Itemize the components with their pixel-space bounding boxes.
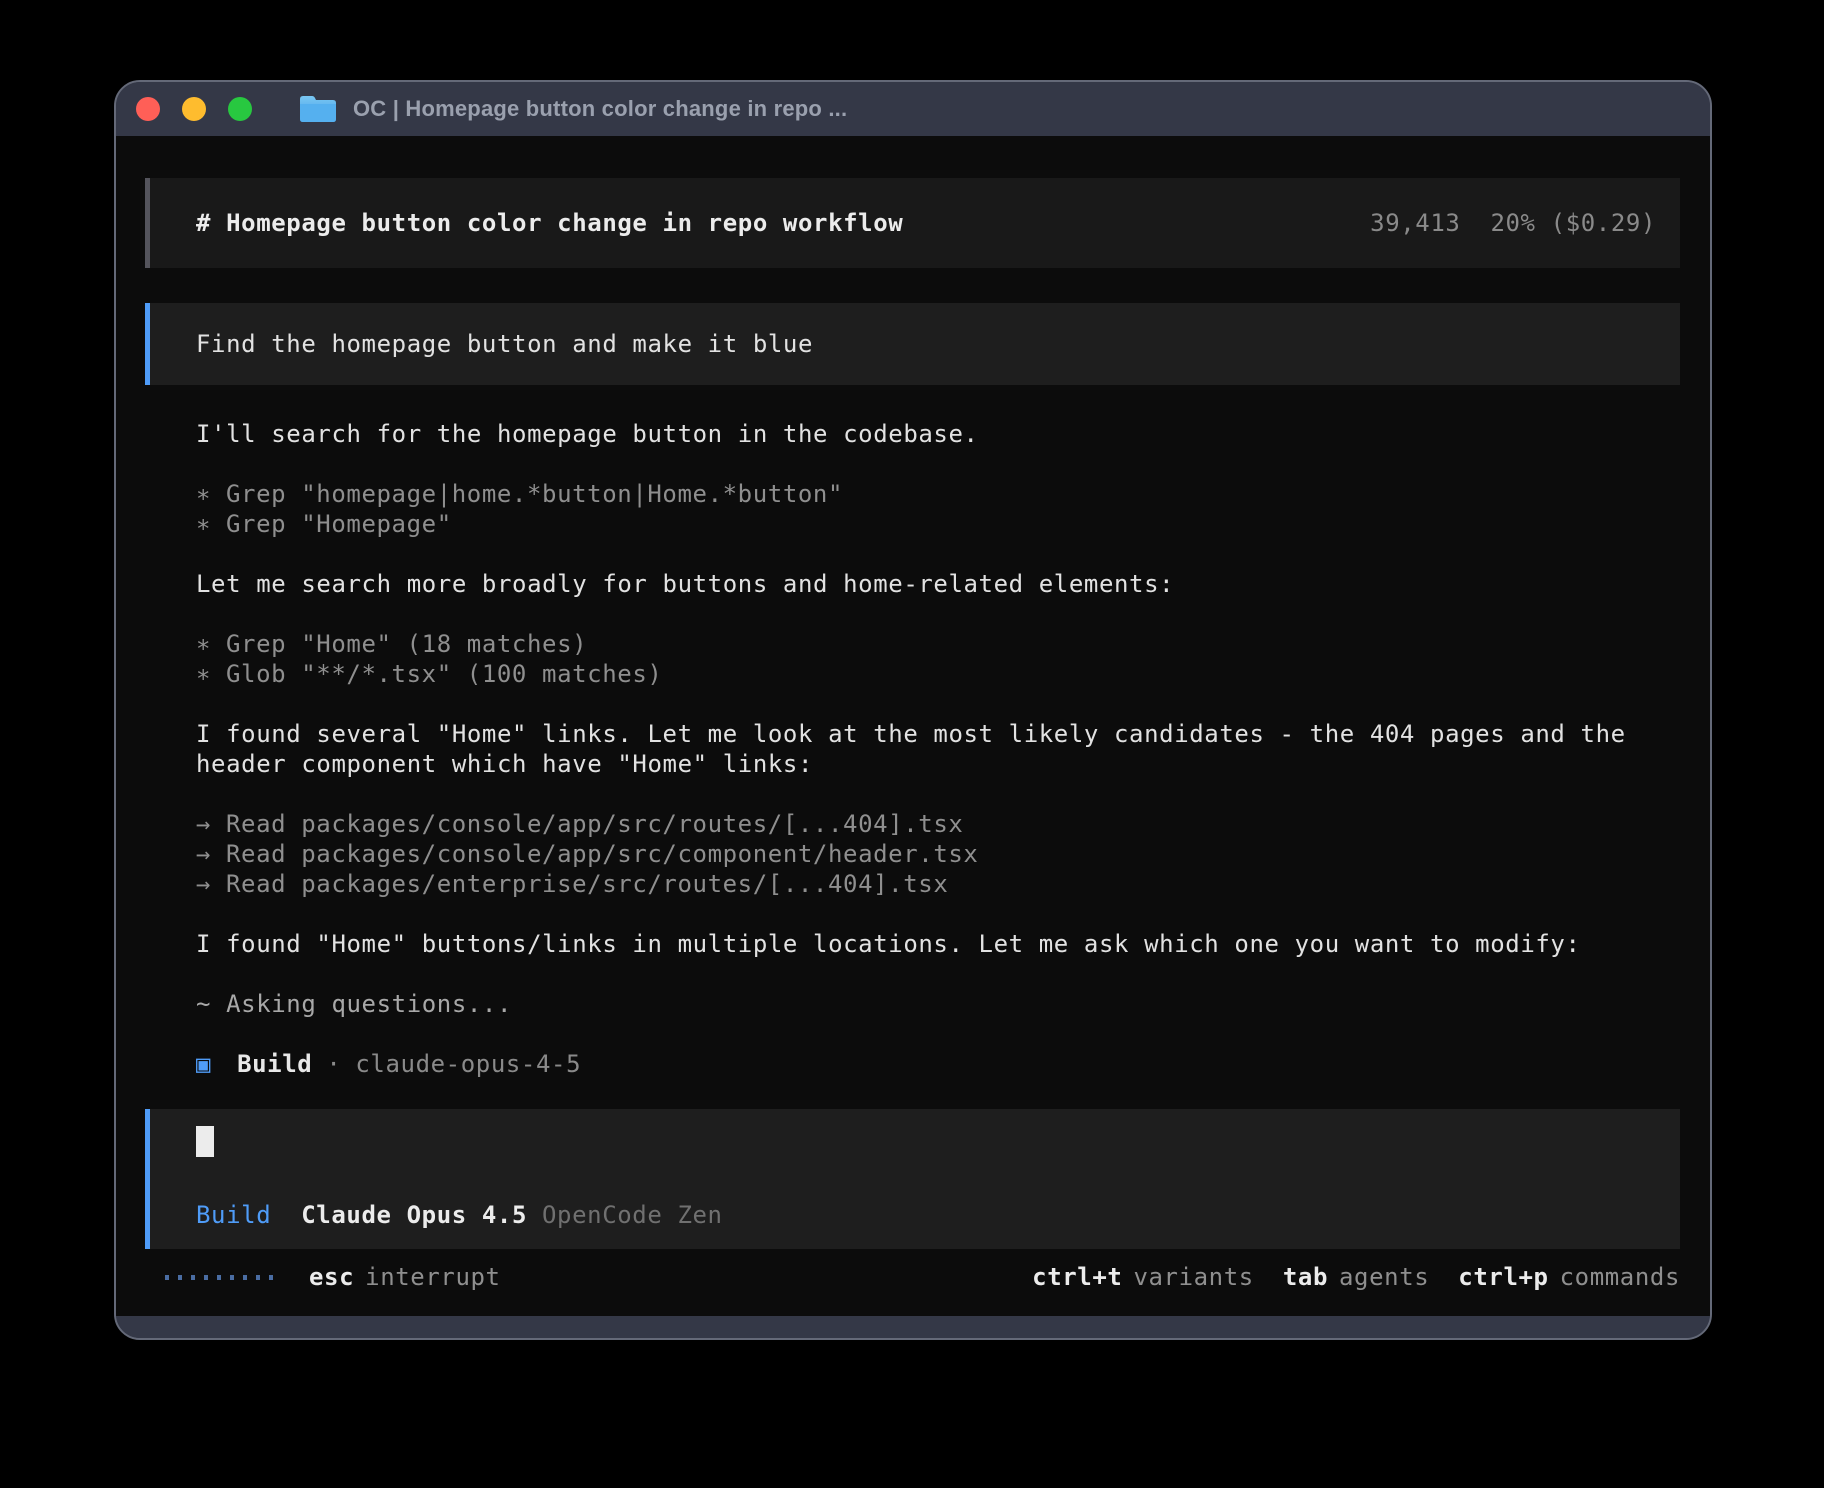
user-message-text: Find the homepage button and make it blu… bbox=[196, 329, 813, 359]
traffic-lights bbox=[136, 97, 252, 121]
shortcut-label: commands bbox=[1560, 1262, 1680, 1292]
model-id: claude-opus-4-5 bbox=[355, 1049, 581, 1079]
session-title: # Homepage button color change in repo w… bbox=[196, 208, 903, 238]
tool-call-read: → Read packages/console/app/src/componen… bbox=[196, 839, 1666, 869]
assistant-text: Let me search more broadly for buttons a… bbox=[196, 569, 1666, 599]
active-agent-label: Build bbox=[196, 1200, 271, 1230]
folder-icon bbox=[298, 93, 338, 125]
conversation: I'll search for the homepage button in t… bbox=[196, 419, 1666, 1079]
shortcut-label: agents bbox=[1339, 1262, 1429, 1292]
user-message: Find the homepage button and make it blu… bbox=[145, 303, 1680, 385]
shortcut-commands: ctrl+p commands bbox=[1458, 1262, 1680, 1292]
tool-call-text: Read packages/console/app/src/component/… bbox=[226, 839, 978, 869]
assistant-text: I found several "Home" links. Let me loo… bbox=[196, 719, 1666, 779]
shortcut-variants: ctrl+t variants bbox=[1032, 1262, 1254, 1292]
tool-call-grep: ∗ Grep "Homepage" bbox=[196, 509, 1666, 539]
tool-call-read: → Read packages/console/app/src/routes/[… bbox=[196, 809, 1666, 839]
agent-square-icon: ▣ bbox=[196, 1049, 211, 1079]
window-titlebar[interactable]: OC | Homepage button color change in rep… bbox=[116, 82, 1710, 136]
shortcut-agents: tab agents bbox=[1283, 1262, 1429, 1292]
tool-call-text: Glob "**/*.tsx" (100 matches) bbox=[226, 659, 662, 689]
terminal-window: OC | Homepage button color change in rep… bbox=[114, 80, 1712, 1340]
context-cost: 20% ($0.29) bbox=[1490, 208, 1656, 238]
window-title: OC | Homepage button color change in rep… bbox=[353, 96, 847, 122]
session-stats: 39,413 20% ($0.29) bbox=[1370, 208, 1656, 238]
shortcut-key: ctrl+t bbox=[1032, 1262, 1122, 1292]
token-count: 39,413 bbox=[1370, 208, 1460, 238]
minimize-window-button[interactable] bbox=[182, 97, 206, 121]
session-header: # Homepage button color change in repo w… bbox=[145, 178, 1680, 268]
assistant-text: I found "Home" buttons/links in multiple… bbox=[196, 929, 1666, 959]
tool-call-grep: ∗ Grep "homepage|home.*button|Home.*butt… bbox=[196, 479, 1666, 509]
arrow-right-icon: → bbox=[196, 869, 226, 899]
tool-call-group: → Read packages/console/app/src/routes/[… bbox=[196, 809, 1666, 899]
arrow-right-icon: → bbox=[196, 809, 226, 839]
working-status: ~ Asking questions... bbox=[196, 989, 1666, 1019]
spinner-dots-icon bbox=[165, 1275, 273, 1280]
tool-call-text: Grep "Home" (18 matches) bbox=[226, 629, 587, 659]
esc-label: interrupt bbox=[365, 1262, 500, 1292]
tool-call-group: ∗ Grep "homepage|home.*button|Home.*butt… bbox=[196, 479, 1666, 539]
prompt-input[interactable]: Build Claude Opus 4.5 OpenCode Zen bbox=[145, 1109, 1680, 1249]
tool-call-grep: ∗ Grep "Home" (18 matches) bbox=[196, 629, 1666, 659]
status-bar: esc interrupt ctrl+t variants tab agents… bbox=[165, 1262, 1680, 1292]
esc-key: esc bbox=[309, 1262, 354, 1292]
agent-status-line: ▣ Build · claude-opus-4-5 bbox=[196, 1049, 1666, 1079]
terminal-content: # Homepage button color change in repo w… bbox=[116, 136, 1710, 1316]
text-cursor bbox=[196, 1126, 214, 1157]
tool-call-text: Grep "Homepage" bbox=[226, 509, 452, 539]
tool-bullet-icon: ∗ bbox=[196, 509, 226, 539]
close-window-button[interactable] bbox=[136, 97, 160, 121]
active-model-label: Claude Opus 4.5 bbox=[301, 1200, 527, 1230]
assistant-text: I'll search for the homepage button in t… bbox=[196, 419, 1666, 449]
tool-bullet-icon: ∗ bbox=[196, 659, 226, 689]
shortcut-key: ctrl+p bbox=[1458, 1262, 1548, 1292]
agent-name: Build bbox=[237, 1049, 312, 1079]
window-bottom-edge bbox=[116, 1316, 1710, 1338]
tool-call-read: → Read packages/enterprise/src/routes/[.… bbox=[196, 869, 1666, 899]
tool-call-text: Grep "homepage|home.*button|Home.*button… bbox=[226, 479, 843, 509]
tool-call-group: ∗ Grep "Home" (18 matches) ∗ Glob "**/*.… bbox=[196, 629, 1666, 689]
provider-label: OpenCode Zen bbox=[542, 1200, 723, 1230]
tool-call-text: Read packages/console/app/src/routes/[..… bbox=[226, 809, 963, 839]
shortcut-hints: ctrl+t variants tab agents ctrl+p comman… bbox=[1032, 1262, 1680, 1292]
zoom-window-button[interactable] bbox=[228, 97, 252, 121]
shortcut-label: variants bbox=[1133, 1262, 1253, 1292]
tool-call-text: Read packages/enterprise/src/routes/[...… bbox=[226, 869, 948, 899]
shortcut-key: tab bbox=[1283, 1262, 1328, 1292]
input-model-row: Build Claude Opus 4.5 OpenCode Zen bbox=[196, 1200, 1680, 1230]
tool-call-glob: ∗ Glob "**/*.tsx" (100 matches) bbox=[196, 659, 1666, 689]
arrow-right-icon: → bbox=[196, 839, 226, 869]
dot-separator: · bbox=[326, 1049, 341, 1079]
esc-hint: esc interrupt bbox=[309, 1262, 501, 1292]
tool-bullet-icon: ∗ bbox=[196, 479, 226, 509]
tool-bullet-icon: ∗ bbox=[196, 629, 226, 659]
